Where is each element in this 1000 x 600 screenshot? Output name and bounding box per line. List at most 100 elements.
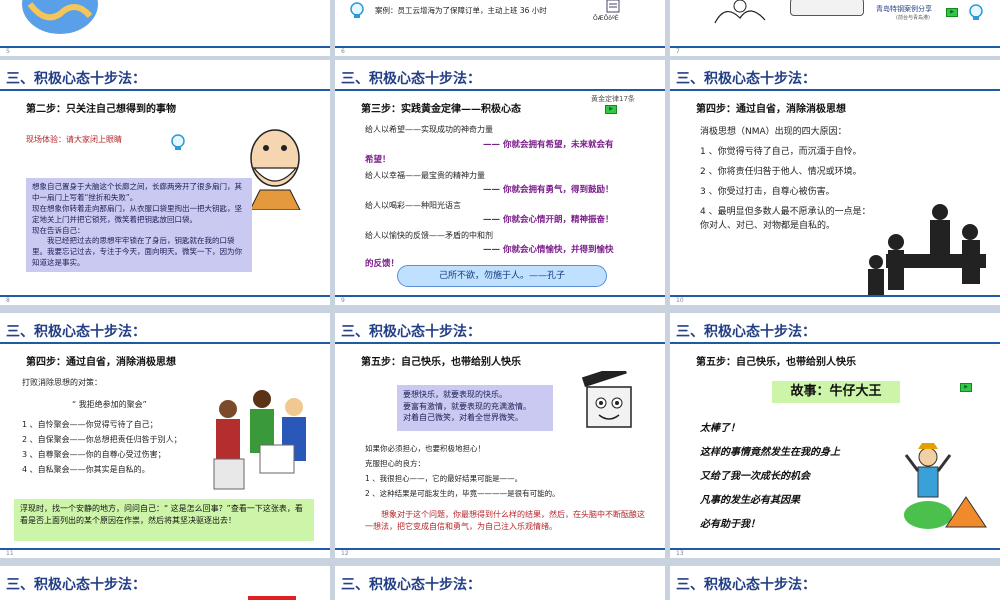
action-button[interactable]: ▶ (946, 8, 958, 17)
document-icon (606, 0, 620, 13)
slide-title: 三、积极心态十步法： (341, 577, 481, 593)
rule-line: 给人以喝彩——种阳光语言 (365, 201, 461, 210)
slide-thumbnail-5[interactable]: 5 (0, 0, 330, 56)
handwritten-block: 太棒了！ 这样的事情竟然发生在我的身上 又给了我一次成长的机会 凡事的发生必有其… (700, 417, 840, 537)
happiness-box: 要想快乐，就要表现的快乐。 要富有激情，就要表现的充满激情。 对着自己微笑，对着… (397, 385, 553, 431)
slide-thumbnail-9[interactable]: 三、积极心态十步法： 第三步：实践黄金定律——积极心态 黄金定律17条 ▶ 给人… (335, 60, 665, 305)
worry-line: 1 、我很担心——，它的最好结果可能是——。 (365, 474, 523, 483)
step-heading: 第五步：自己快乐，也带给别人快乐 (361, 357, 521, 368)
rule-line: 给人以愉快的反馈——矛盾的中和剂 (365, 231, 493, 240)
box-paragraph: 现在想象你转着走向那扇门，从衣服口袋里掏出一把大钥匙，坚定地关上门并把它锁死，微… (32, 203, 242, 224)
red-banner (248, 596, 296, 600)
meeting-people-image (866, 192, 996, 298)
slide-thumbnail-13[interactable]: 三、积极心态十步法： 第五步：自己快乐，也带给别人快乐 故事：牛仔大王 ▶ 太棒… (670, 313, 1000, 558)
party-item: 1 、自怜聚会——你觉得亏待了自己； (22, 420, 158, 429)
reason-item: 3 、你受过打击，自尊心被伤害。 (700, 187, 835, 197)
slide-thumbnail-10[interactable]: 三、积极心态十步法： 第四步：通过自省，消除消极思想 消极思想（NMA）出现的四… (670, 60, 1000, 305)
slide-number: 7 (676, 48, 680, 55)
action-button[interactable]: ▶ (605, 105, 617, 114)
rule-result: —— 你就会拥有勇气，得到鼓励！ (483, 185, 614, 195)
advice-text: 想象对于这个问题，你最想得到什么样的结果，然后，在头脑中不断酝酿这一想法，把它变… (365, 510, 645, 531)
rule-result: 希望！ (365, 155, 391, 165)
party-item: 2 、自保聚会——你总想把责任归咎于别人； (22, 435, 182, 444)
worry-line: 如果你必须担心，也要积极地担心！ (365, 444, 485, 453)
box-line: 要想快乐，就要表现的快乐。 (403, 390, 507, 399)
slide-thumbnail-12[interactable]: 三、积极心态十步法： 第五步：自己快乐，也带给别人快乐 要想快乐，就要表现的快乐… (335, 313, 665, 558)
party-item: 4 、自私聚会——你其实是自私的。 (22, 465, 150, 474)
slide-thumbnail-7[interactable]: 青岛特钢案例分享 (前台与青岛港) ▶ 7 (670, 0, 1000, 56)
document-label: ÔÆÔöºÉ (593, 15, 619, 22)
clapperboard-image (581, 371, 632, 428)
reason-item: 4 、最明显但多数人最不愿承认的一点是： (700, 207, 871, 217)
slide-title: 三、积极心态十步法： (676, 577, 816, 593)
quote-pill: 己所不欲，勿施于人。——孔子 (397, 265, 607, 287)
step-heading: 第四步：通过自省，消除消极思想 (26, 357, 176, 368)
slide-number: 12 (341, 550, 349, 557)
business-people-image (213, 390, 306, 490)
globe-icon (22, 0, 98, 34)
slide-thumbnail-6[interactable]: 案例：员工云增海为了保障订单，主动上班 36 小时 ÔÆÔöºÉ 6 (335, 0, 665, 56)
slide-title: 三、积极心态十步法： (676, 71, 816, 87)
rule-line: 给人以幸福——最宝贵的精神力量 (365, 171, 485, 180)
handwritten-line: 必有助于我！ (700, 519, 760, 530)
sign-board (790, 0, 864, 16)
box-line: 要富有激情，就要表现的充满激情。 (403, 401, 531, 411)
box-paragraph: 我已经把过去的思想牢牢锁在了身后，钥匙就在我的口袋里。我要忘记过去，专注于今天，… (32, 236, 242, 268)
slide-number: 9 (341, 297, 345, 304)
visualization-box: 想象自己置身于大脑这个长廊之间，长廊两旁开了很多扇门，其中一扇门上写着“挫折和失… (26, 178, 252, 272)
slide-thumbnail-16[interactable]: 三、积极心态十步法： (670, 566, 1000, 600)
slide-title: 三、积极心态十步法： (341, 71, 481, 87)
action-button[interactable]: ▶ (960, 383, 972, 392)
handwritten-line: 凡事的发生必有其因果 (700, 495, 800, 506)
slide-title: 三、积极心态十步法： (676, 324, 816, 340)
share-title: 青岛特钢案例分享 (876, 5, 932, 13)
slide-thumbnail-8[interactable]: 三、积极心态十步法： 第二步：只关注自己想得到的事物 现场体验：请大家闭上眼睛 … (0, 60, 330, 305)
slide-number: 6 (341, 48, 345, 55)
box-line: 对着自己微笑，对着全世界微笑。 (403, 413, 523, 423)
lightbulb-icon (171, 134, 185, 150)
experience-text: 现场体验：请大家闭上眼睛 (26, 135, 122, 144)
case-text: 案例：员工云增海为了保障订单，主动上班 36 小时 (375, 6, 547, 15)
slide-thumbnail-11[interactable]: 三、积极心态十步法： 第四步：通过自省，消除消极思想 打败消除思想的对策： “ … (0, 313, 330, 558)
slide-title: 三、积极心态十步法： (6, 324, 146, 340)
rule-result: —— 你就会拥有希望，未来就会有 (483, 140, 614, 150)
party-title: “ 我拒绝参加的聚会” (72, 400, 147, 409)
slide-title: 三、积极心态十步法： (6, 71, 146, 87)
rule-result: 的反馈！ (365, 259, 400, 269)
slide-title: 三、积极心态十步法： (6, 577, 146, 593)
box-paragraph: 现在告诉自己： (32, 225, 85, 235)
reflection-box: 浮现时，找一个安静的地方，问问自己：“ 这是怎么回事？”查看一下这张表，看看是否… (14, 499, 314, 541)
step-heading: 第三步：实践黄金定律——积极心态 (361, 104, 521, 115)
step-heading: 第五步：自己快乐，也带给别人快乐 (696, 357, 856, 368)
step-heading: 第二步：只关注自己想得到的事物 (26, 104, 176, 115)
reason-item: 2 、你将责任归咎于他人、情况或环境。 (700, 167, 862, 177)
rule-result: —— 你就会心情愉快，并得到愉快 (483, 245, 614, 255)
sketch-figure-image (714, 0, 766, 24)
handwritten-line: 又给了我一次成长的机会 (700, 471, 810, 482)
slide-number: 10 (676, 297, 684, 304)
story-title: 故事：牛仔大王 (772, 381, 900, 403)
handwritten-line: 太棒了！ (700, 423, 740, 434)
step-heading: 第四步：通过自省，消除消极思想 (696, 104, 846, 115)
slide-thumbnail-14[interactable]: 三、积极心态十步法： (0, 566, 330, 600)
intro-text: 消极思想（NMA）出现的四大原因： (700, 127, 847, 137)
slide-thumbnail-15[interactable]: 三、积极心态十步法： (335, 566, 665, 600)
slide-sorter-grid: 5 案例：员工云增海为了保障订单，主动上班 36 小时 ÔÆÔöºÉ 6 青岛特… (0, 0, 1000, 600)
reason-item: 你对人、对已、对物都是自私的。 (700, 221, 836, 231)
reason-item: 1 、你觉得亏待了自己，而沉湎于自怜。 (700, 147, 862, 157)
rule-line: 给人以希望——实现成功的神奇力量 (365, 125, 493, 134)
party-item: 3 、自尊聚会——你的自尊心受过伤害； (22, 450, 166, 459)
rule-result: —— 你就会心情开朗，精神振奋！ (483, 215, 614, 225)
slide-number: 8 (6, 297, 10, 304)
lightbulb-icon (969, 4, 983, 20)
share-subtitle: (前台与青岛港) (896, 15, 930, 21)
handwritten-line: 这样的事情竟然发生在我的身上 (700, 447, 840, 458)
worry-line: 克服担心的良方： (365, 459, 425, 468)
slide-number: 11 (6, 550, 14, 557)
reference-link[interactable]: 黄金定律17条 (591, 94, 635, 105)
camping-man-image (904, 443, 987, 529)
box-paragraph: 想象自己置身于大脑这个长廊之间，长廊两旁开了很多扇门，其中一扇门上写着“挫折和失… (32, 182, 242, 202)
worry-line: 2 、这种结果是可能发生的，毕竟————是很有可能的。 (365, 489, 560, 498)
slide-number: 13 (676, 550, 684, 557)
slide-title: 三、积极心态十步法： (341, 324, 481, 340)
